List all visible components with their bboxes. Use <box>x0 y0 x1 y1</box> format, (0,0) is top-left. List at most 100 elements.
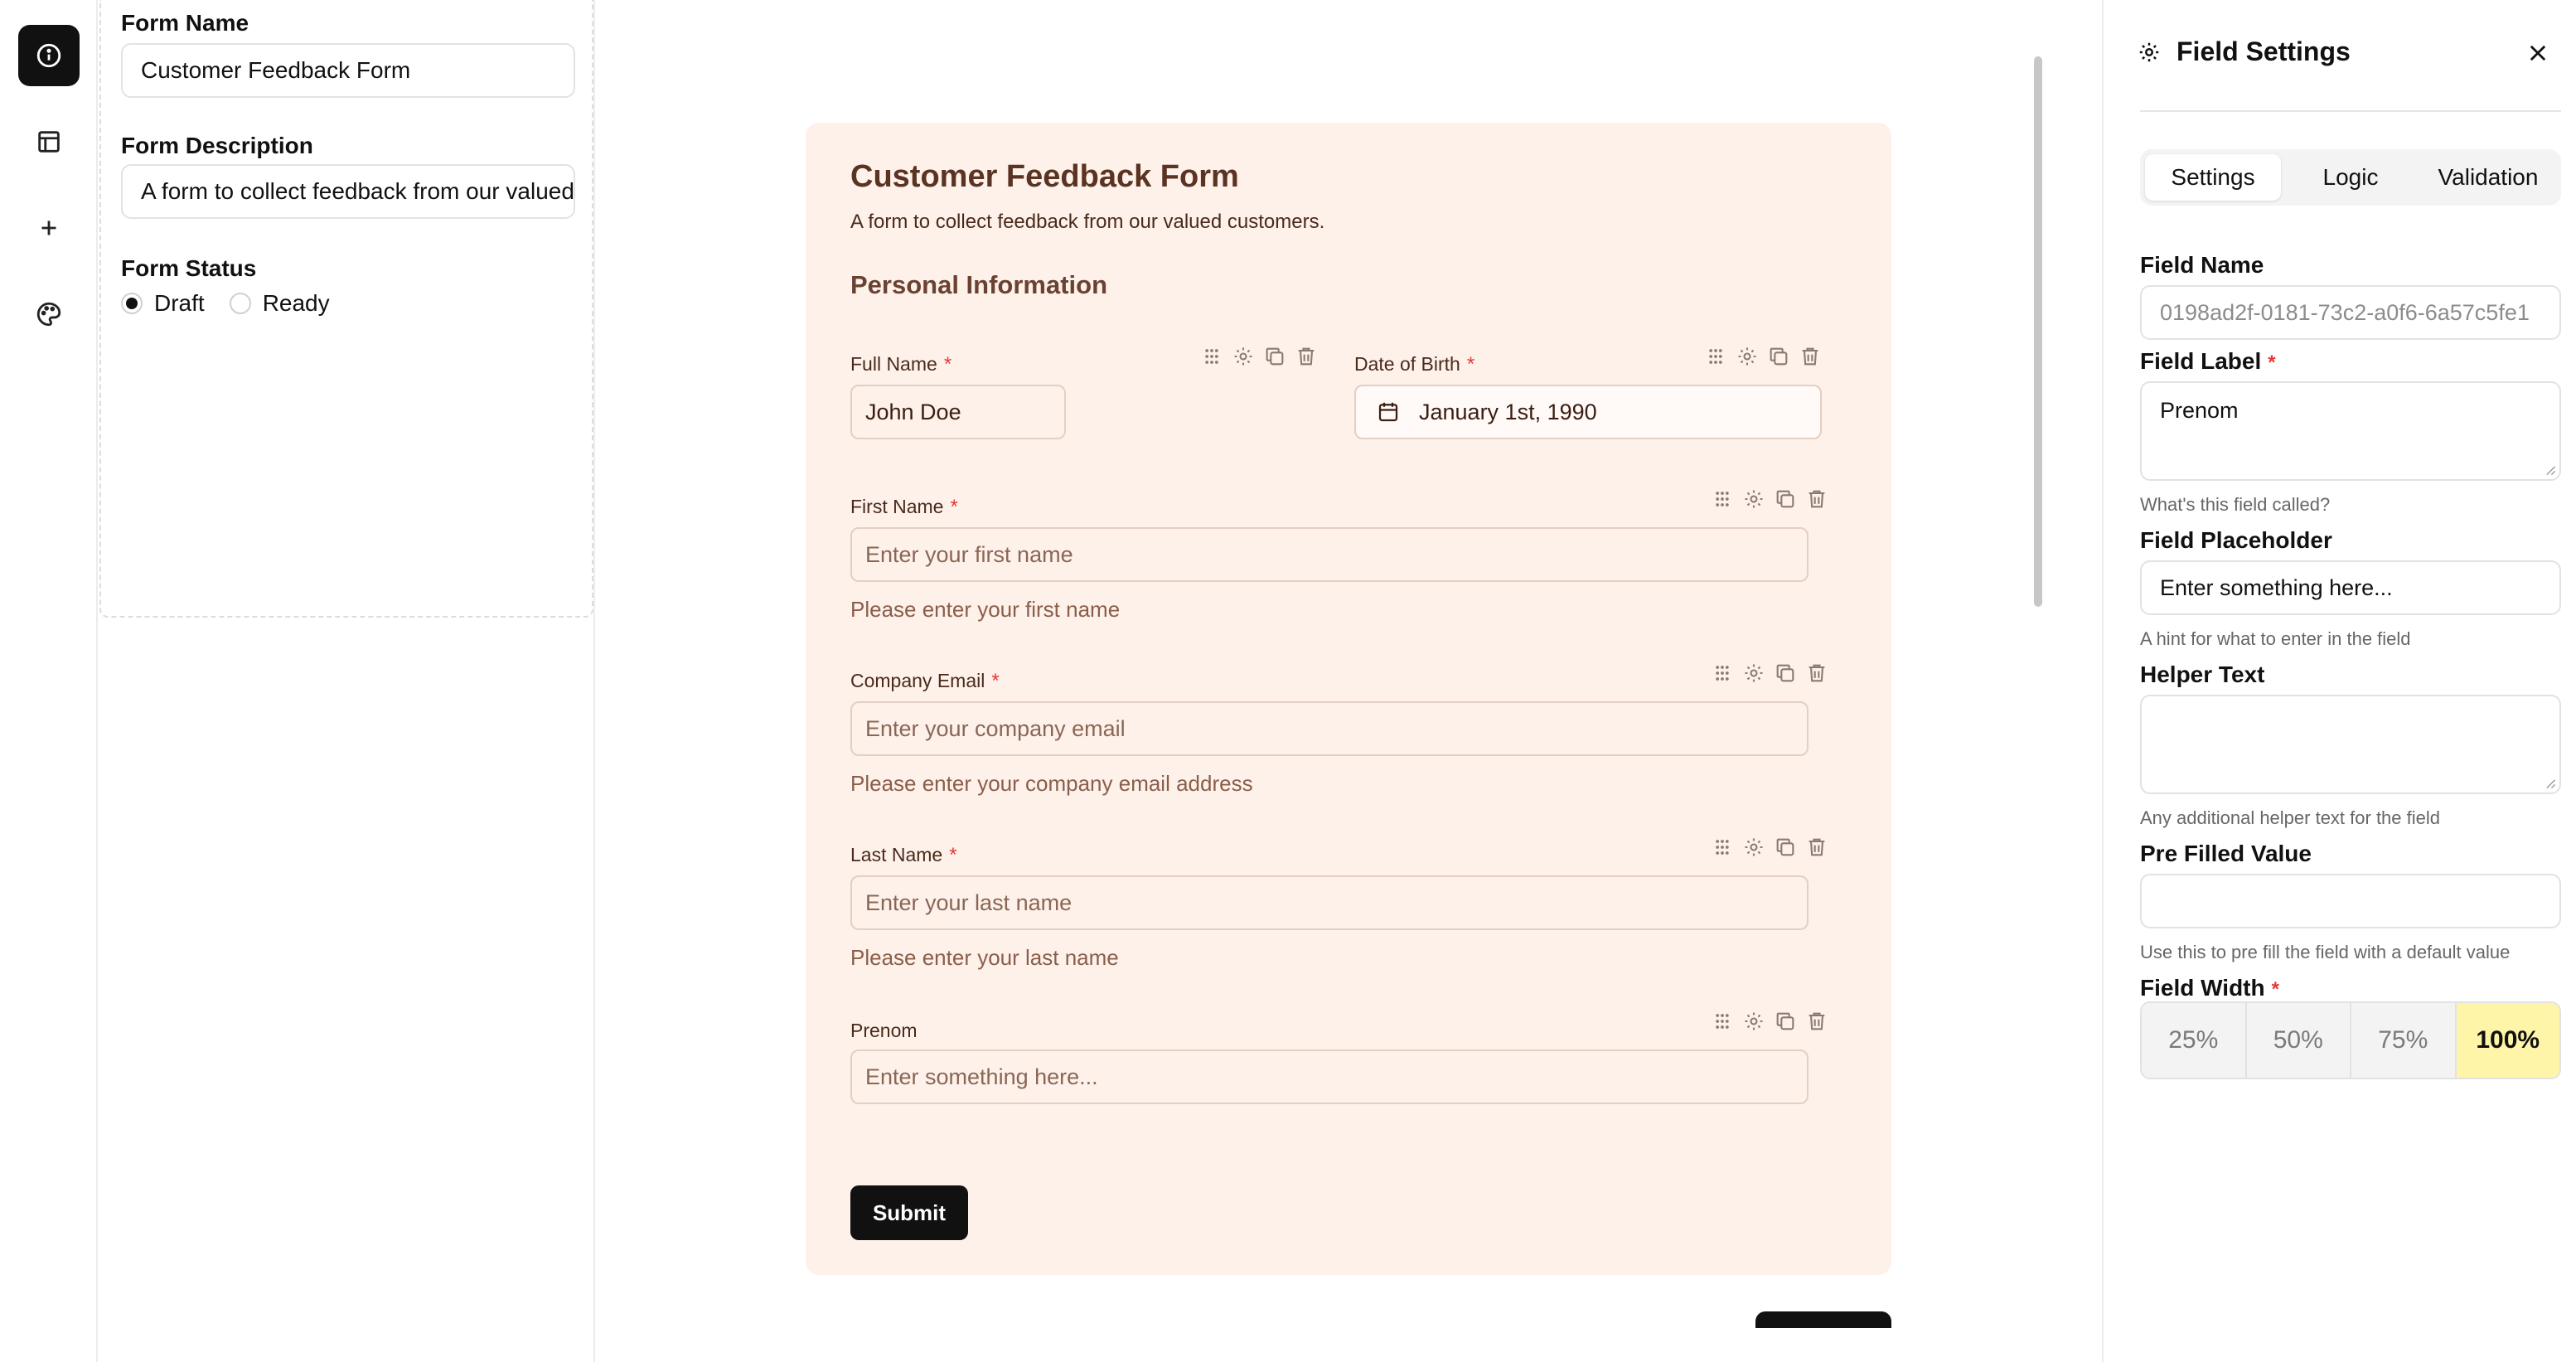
status-draft-radio[interactable] <box>121 293 143 314</box>
drag-handle-icon[interactable] <box>1711 487 1734 511</box>
field-label-textarea[interactable]: Prenom <box>2140 381 2561 481</box>
copy-icon[interactable] <box>1263 345 1286 368</box>
last-name-input[interactable]: Enter your last name <box>850 875 1809 930</box>
width-option-50[interactable]: 50% <box>2246 1003 2351 1078</box>
prefilled-value-input[interactable] <box>2140 874 2561 928</box>
theme-button[interactable] <box>18 284 80 345</box>
trash-icon[interactable] <box>1805 487 1828 511</box>
last-name-tools <box>1711 836 1828 859</box>
field-label-value: Prenom <box>2160 398 2239 423</box>
trash-icon[interactable] <box>1295 345 1318 368</box>
plus-icon <box>41 221 56 235</box>
width-option-25[interactable]: 25% <box>2142 1003 2247 1078</box>
field-settings-header: Field Settings <box>2137 36 2351 67</box>
gear-icon[interactable] <box>1742 836 1765 859</box>
company-email-tools <box>1711 662 1828 685</box>
prefilled-value-label: Pre Filled Value <box>2140 841 2312 866</box>
last-name-label: Last Name * <box>850 844 957 866</box>
copy-icon[interactable] <box>1774 662 1797 685</box>
field-width-selector: 25% 50% 75% 100% <box>2140 1001 2561 1079</box>
form-description-input[interactable]: A form to collect feedback from our valu… <box>121 164 575 219</box>
calendar-icon <box>1378 402 1398 422</box>
dob-date-picker[interactable]: January 1st, 1990 <box>1354 385 1822 439</box>
trash-icon[interactable] <box>1805 836 1828 859</box>
info-icon <box>36 43 61 68</box>
resize-handle-icon[interactable] <box>2545 778 2556 789</box>
helper-text-textarea[interactable] <box>2140 695 2561 794</box>
icon-rail <box>0 0 98 1362</box>
width-option-75[interactable]: 75% <box>2351 1003 2457 1078</box>
submit-button[interactable]: Submit <box>850 1185 968 1240</box>
first-name-tools <box>1711 487 1828 511</box>
full-name-label: Full Name * <box>850 353 952 376</box>
status-draft-label: Draft <box>154 290 205 316</box>
gear-icon[interactable] <box>1742 1010 1765 1033</box>
form-description-label: Form Description <box>121 133 313 158</box>
field-placeholder-label: Field Placeholder <box>2140 527 2332 553</box>
canvas-scrollbar[interactable] <box>2034 56 2042 607</box>
drag-handle-icon[interactable] <box>1711 662 1734 685</box>
full-name-input[interactable]: John Doe <box>850 385 1066 439</box>
last-name-helper: Please enter your last name <box>850 945 1119 970</box>
status-draft-option[interactable]: Draft <box>121 290 205 317</box>
layout-icon <box>38 131 60 153</box>
field-settings-panel: Field Settings Settings Logic Validation… <box>2104 0 2576 1362</box>
first-name-helper: Please enter your first name <box>850 597 1121 622</box>
trash-icon[interactable] <box>1799 345 1822 368</box>
header-divider <box>2140 110 2561 112</box>
gear-icon[interactable] <box>1742 487 1765 511</box>
info-button[interactable] <box>18 25 80 86</box>
status-ready-label: Ready <box>262 290 330 316</box>
field-placeholder-input[interactable]: Enter something here... <box>2140 560 2561 615</box>
gear-icon[interactable] <box>1232 345 1255 368</box>
drag-handle-icon[interactable] <box>1711 836 1734 859</box>
copy-icon[interactable] <box>1774 836 1797 859</box>
copy-icon[interactable] <box>1774 1010 1797 1033</box>
field-name-input: 0198ad2f-0181-73c2-a0f6-6a57c5fe1 <box>2140 285 2561 340</box>
drag-handle-icon[interactable] <box>1711 1010 1734 1033</box>
field-placeholder-hint: A hint for what to enter in the field <box>2140 628 2411 649</box>
tab-logic[interactable]: Logic <box>2283 154 2419 201</box>
first-name-label: First Name * <box>850 496 958 518</box>
full-name-tools <box>1200 345 1318 368</box>
form-status-radio-group: Draft Ready <box>121 290 355 317</box>
field-label-hint: What's this field called? <box>2140 494 2331 515</box>
field-label-label: Field Label * <box>2140 348 2276 374</box>
dob-value: January 1st, 1990 <box>1419 399 1597 424</box>
prenom-input[interactable]: Enter something here... <box>850 1049 1809 1104</box>
gear-icon <box>2139 42 2159 61</box>
floating-button-partial[interactable] <box>1755 1311 1891 1328</box>
form-name-label: Form Name <box>121 10 249 36</box>
add-button[interactable] <box>18 197 80 259</box>
field-name-label: Field Name <box>2140 252 2264 278</box>
layout-button[interactable] <box>18 111 80 172</box>
resize-handle-icon[interactable] <box>2545 464 2556 476</box>
company-email-input[interactable]: Enter your company email <box>850 701 1809 756</box>
status-ready-option[interactable]: Ready <box>229 290 330 317</box>
helper-text-hint: Any additional helper text for the field <box>2140 807 2441 828</box>
trash-icon[interactable] <box>1805 662 1828 685</box>
section-title: Personal Information <box>850 270 1108 299</box>
panel-divider <box>593 0 595 1362</box>
status-ready-radio[interactable] <box>229 293 251 314</box>
first-name-input[interactable]: Enter your first name <box>850 527 1809 582</box>
gear-icon[interactable] <box>1736 345 1759 368</box>
prefilled-value-hint: Use this to pre fill the field with a de… <box>2140 942 2511 962</box>
form-settings-panel: Form Name Customer Feedback Form Form De… <box>99 0 593 618</box>
form-preview-card: Customer Feedback Form A form to collect… <box>806 123 1891 1275</box>
form-name-input[interactable]: Customer Feedback Form <box>121 43 575 98</box>
gear-icon[interactable] <box>1742 662 1765 685</box>
tab-settings[interactable]: Settings <box>2145 154 2281 201</box>
trash-icon[interactable] <box>1805 1010 1828 1033</box>
dob-label: Date of Birth * <box>1354 353 1475 376</box>
field-width-label: Field Width * <box>2140 975 2279 1001</box>
copy-icon[interactable] <box>1767 345 1790 368</box>
width-option-100[interactable]: 100% <box>2456 1003 2559 1078</box>
copy-icon[interactable] <box>1774 487 1797 511</box>
helper-text-label: Helper Text <box>2140 662 2265 687</box>
tab-validation[interactable]: Validation <box>2420 154 2556 201</box>
company-email-helper: Please enter your company email address <box>850 771 1253 796</box>
drag-handle-icon[interactable] <box>1200 345 1223 368</box>
close-icon[interactable] <box>2526 41 2549 65</box>
drag-handle-icon[interactable] <box>1704 345 1727 368</box>
